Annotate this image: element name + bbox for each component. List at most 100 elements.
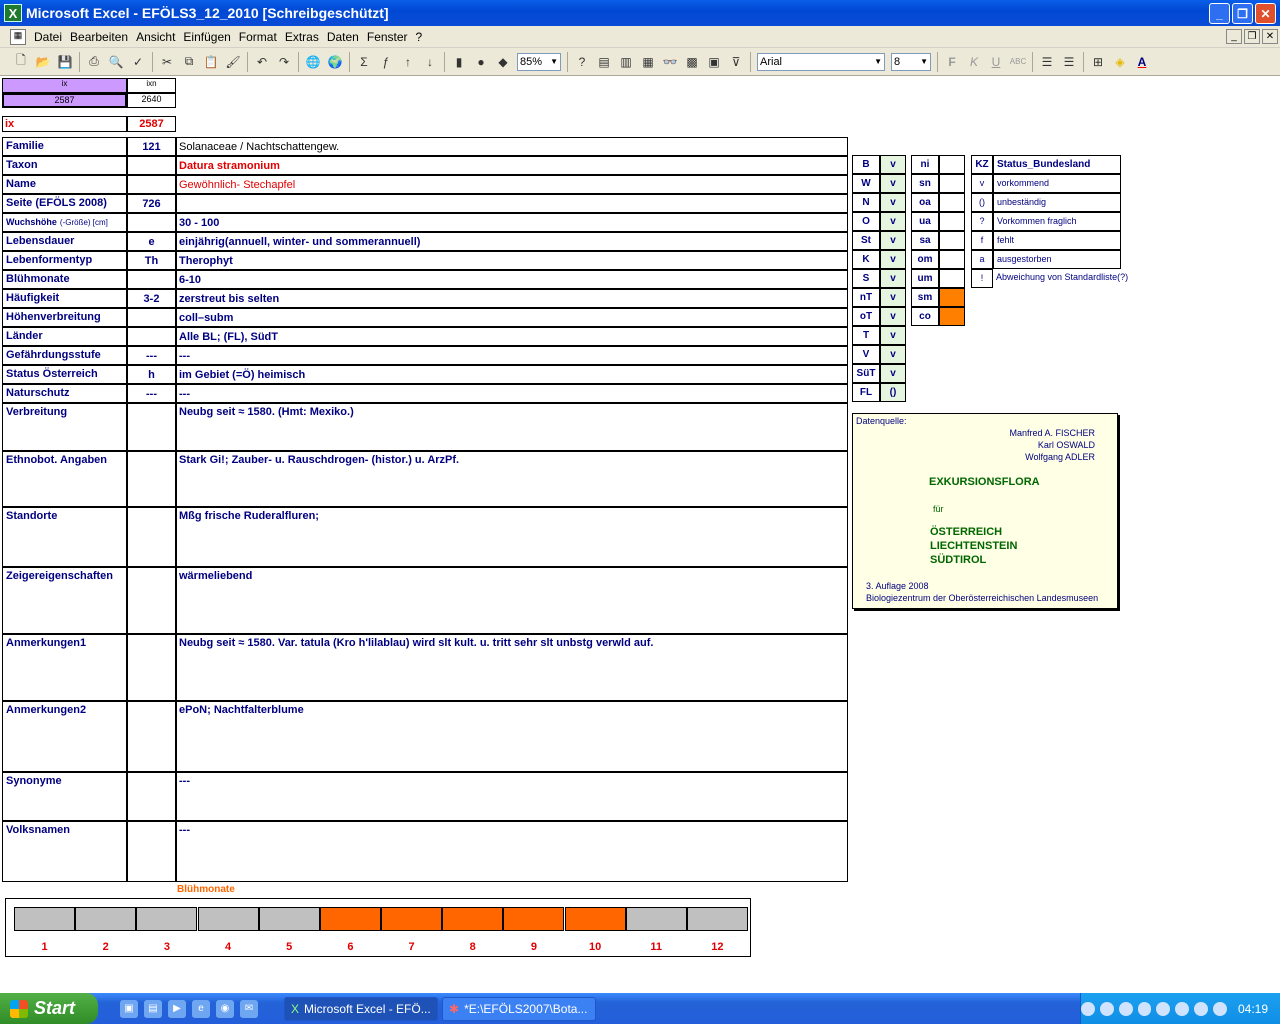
print-icon[interactable]: ⎙: [83, 51, 105, 73]
search-icon[interactable]: [1118, 1001, 1133, 1016]
task-editor[interactable]: ✱ *E:\EFÖLS2007\Bota...: [442, 996, 596, 1021]
underline-icon[interactable]: U: [985, 51, 1007, 73]
menu-extras[interactable]: Extras: [281, 30, 323, 44]
borders-icon[interactable]: ⊞: [1087, 51, 1109, 73]
close-button[interactable]: ✕: [1255, 3, 1276, 24]
strikethrough-icon[interactable]: ABC: [1007, 51, 1029, 73]
menu-ansicht[interactable]: Ansicht: [132, 30, 179, 44]
quicklaunch-explorer-icon[interactable]: ▤: [144, 999, 162, 1018]
row-value[interactable]: im Gebiet (=Ö) heimisch: [176, 365, 848, 384]
spelling-icon[interactable]: ✓: [127, 51, 149, 73]
minimize-button[interactable]: _: [1209, 3, 1230, 24]
web-icon[interactable]: 🌍: [324, 51, 346, 73]
quicklaunch-desktop-icon[interactable]: ▣: [120, 999, 138, 1018]
row-value[interactable]: zerstreut bis selten: [176, 289, 848, 308]
font-size-select[interactable]: 8 ▼: [891, 52, 931, 71]
workbook-icon[interactable]: ▦: [10, 28, 26, 45]
font-color-icon[interactable]: A: [1131, 51, 1153, 73]
open-icon[interactable]: 📂: [32, 51, 54, 73]
doc-close-button[interactable]: ✕: [1262, 29, 1278, 44]
save-icon[interactable]: 💾: [54, 51, 76, 73]
doc-minimize-button[interactable]: _: [1226, 29, 1242, 44]
big-row-value[interactable]: Neubg seit ≈ 1580. (Hmt: Mexiko.): [176, 403, 848, 451]
start-button[interactable]: Start: [0, 993, 98, 1024]
ix-value-cell[interactable]: 2587: [2, 93, 127, 108]
update-icon[interactable]: [1175, 1001, 1190, 1016]
autosum-icon[interactable]: Σ: [353, 51, 375, 73]
fill-color-icon[interactable]: ◈: [1109, 51, 1131, 73]
big-row-value[interactable]: ePoN; Nachtfalterblume: [176, 701, 848, 772]
new-icon[interactable]: 🗋: [10, 51, 32, 73]
big-row-value[interactable]: ---: [176, 772, 848, 821]
sort-asc-icon[interactable]: ↑: [397, 51, 419, 73]
menu-help[interactable]: ?: [412, 30, 427, 44]
info-icon[interactable]: [1194, 1001, 1209, 1016]
row-value[interactable]: Solanaceae / Nachtschattengew.: [176, 137, 848, 156]
hyperlink-icon[interactable]: 🌐: [302, 51, 324, 73]
row-value[interactable]: 6-10: [176, 270, 848, 289]
big-row-value[interactable]: Stark Gi!; Zauber- u. Rauschdrogen- (his…: [176, 451, 848, 507]
help-icon[interactable]: ?: [571, 51, 593, 73]
network-icon[interactable]: [1080, 1001, 1095, 1016]
menu-einfuegen[interactable]: Einfügen: [179, 30, 234, 44]
menu-format[interactable]: Format: [235, 30, 281, 44]
task-excel[interactable]: X Microsoft Excel - EFÖ...: [284, 996, 438, 1021]
align-left-icon[interactable]: ☰: [1036, 51, 1058, 73]
worksheet[interactable]: ix ixn 2587 2640 ix 2587 Familie 121 Solan…: [0, 76, 1280, 993]
align-center-icon[interactable]: ☰: [1058, 51, 1080, 73]
shield-icon[interactable]: [1156, 1001, 1171, 1016]
restore-button[interactable]: ❐: [1232, 3, 1253, 24]
function-icon[interactable]: ƒ: [375, 51, 397, 73]
copy-icon[interactable]: ⧉: [178, 51, 200, 73]
format-painter-icon[interactable]: 🖌: [222, 51, 244, 73]
menu-datei[interactable]: Datei: [30, 30, 66, 44]
security-icon[interactable]: [1137, 1001, 1152, 1016]
preview-icon[interactable]: 🔍: [105, 51, 127, 73]
filter-icon[interactable]: ⊽: [725, 51, 747, 73]
grid-icon[interactable]: ▩: [681, 51, 703, 73]
volume-icon[interactable]: [1099, 1001, 1114, 1016]
menu-fenster[interactable]: Fenster: [363, 30, 412, 44]
drawing-icon[interactable]: ◆: [492, 51, 514, 73]
row-value[interactable]: Therophyt: [176, 251, 848, 270]
row-value[interactable]: einjährig(annuell, winter- und sommerann…: [176, 232, 848, 251]
big-row-value[interactable]: ---: [176, 821, 848, 882]
table-icon[interactable]: ▥: [615, 51, 637, 73]
doc-restore-button[interactable]: ❐: [1244, 29, 1260, 44]
row-value[interactable]: ---: [176, 384, 848, 403]
menu-daten[interactable]: Daten: [323, 30, 363, 44]
quicklaunch-ie-icon[interactable]: e: [192, 999, 210, 1018]
map-icon[interactable]: ●: [470, 51, 492, 73]
quicklaunch-mail-icon[interactable]: ✉: [240, 999, 258, 1018]
row-value[interactable]: coll–subm: [176, 308, 848, 327]
sort-desc-icon[interactable]: ↓: [419, 51, 441, 73]
zoom-select[interactable]: 85% ▼: [517, 52, 561, 71]
binoculars-icon[interactable]: 👓: [659, 51, 681, 73]
font-select[interactable]: Arial ▼: [757, 52, 885, 71]
messenger-icon[interactable]: [1213, 1001, 1227, 1016]
row-value[interactable]: Alle BL; (FL), SüdT: [176, 327, 848, 346]
undo-icon[interactable]: ↶: [251, 51, 273, 73]
row-value[interactable]: 30 - 100: [176, 213, 848, 232]
italic-icon[interactable]: K: [963, 51, 985, 73]
quicklaunch-firefox-icon[interactable]: ◉: [216, 999, 234, 1018]
chart-icon[interactable]: ▮: [448, 51, 470, 73]
form-icon[interactable]: ▤: [593, 51, 615, 73]
quicklaunch-media-icon[interactable]: ▶: [168, 999, 186, 1018]
menu-bearbeiten[interactable]: Bearbeiten: [66, 30, 132, 44]
redo-icon[interactable]: ↷: [273, 51, 295, 73]
row-value[interactable]: ---: [176, 346, 848, 365]
zone-code: um: [911, 269, 939, 288]
ixn-value-cell[interactable]: 2640: [127, 93, 176, 108]
row-value[interactable]: Gewöhnlich- Stechapfel: [176, 175, 848, 194]
row-value[interactable]: Datura stramonium: [176, 156, 848, 175]
big-row-value[interactable]: Mßg frische Ruderalfluren;: [176, 507, 848, 567]
bold-icon[interactable]: F: [941, 51, 963, 73]
calc-icon[interactable]: ▦: [637, 51, 659, 73]
big-row-value[interactable]: Neubg seit ≈ 1580. Var. tatula (Kro h'li…: [176, 634, 848, 701]
cut-icon[interactable]: ✂: [156, 51, 178, 73]
paste-icon[interactable]: 📋: [200, 51, 222, 73]
notes-icon[interactable]: ▣: [703, 51, 725, 73]
row-value[interactable]: [176, 194, 848, 213]
big-row-value[interactable]: wärmeliebend: [176, 567, 848, 634]
